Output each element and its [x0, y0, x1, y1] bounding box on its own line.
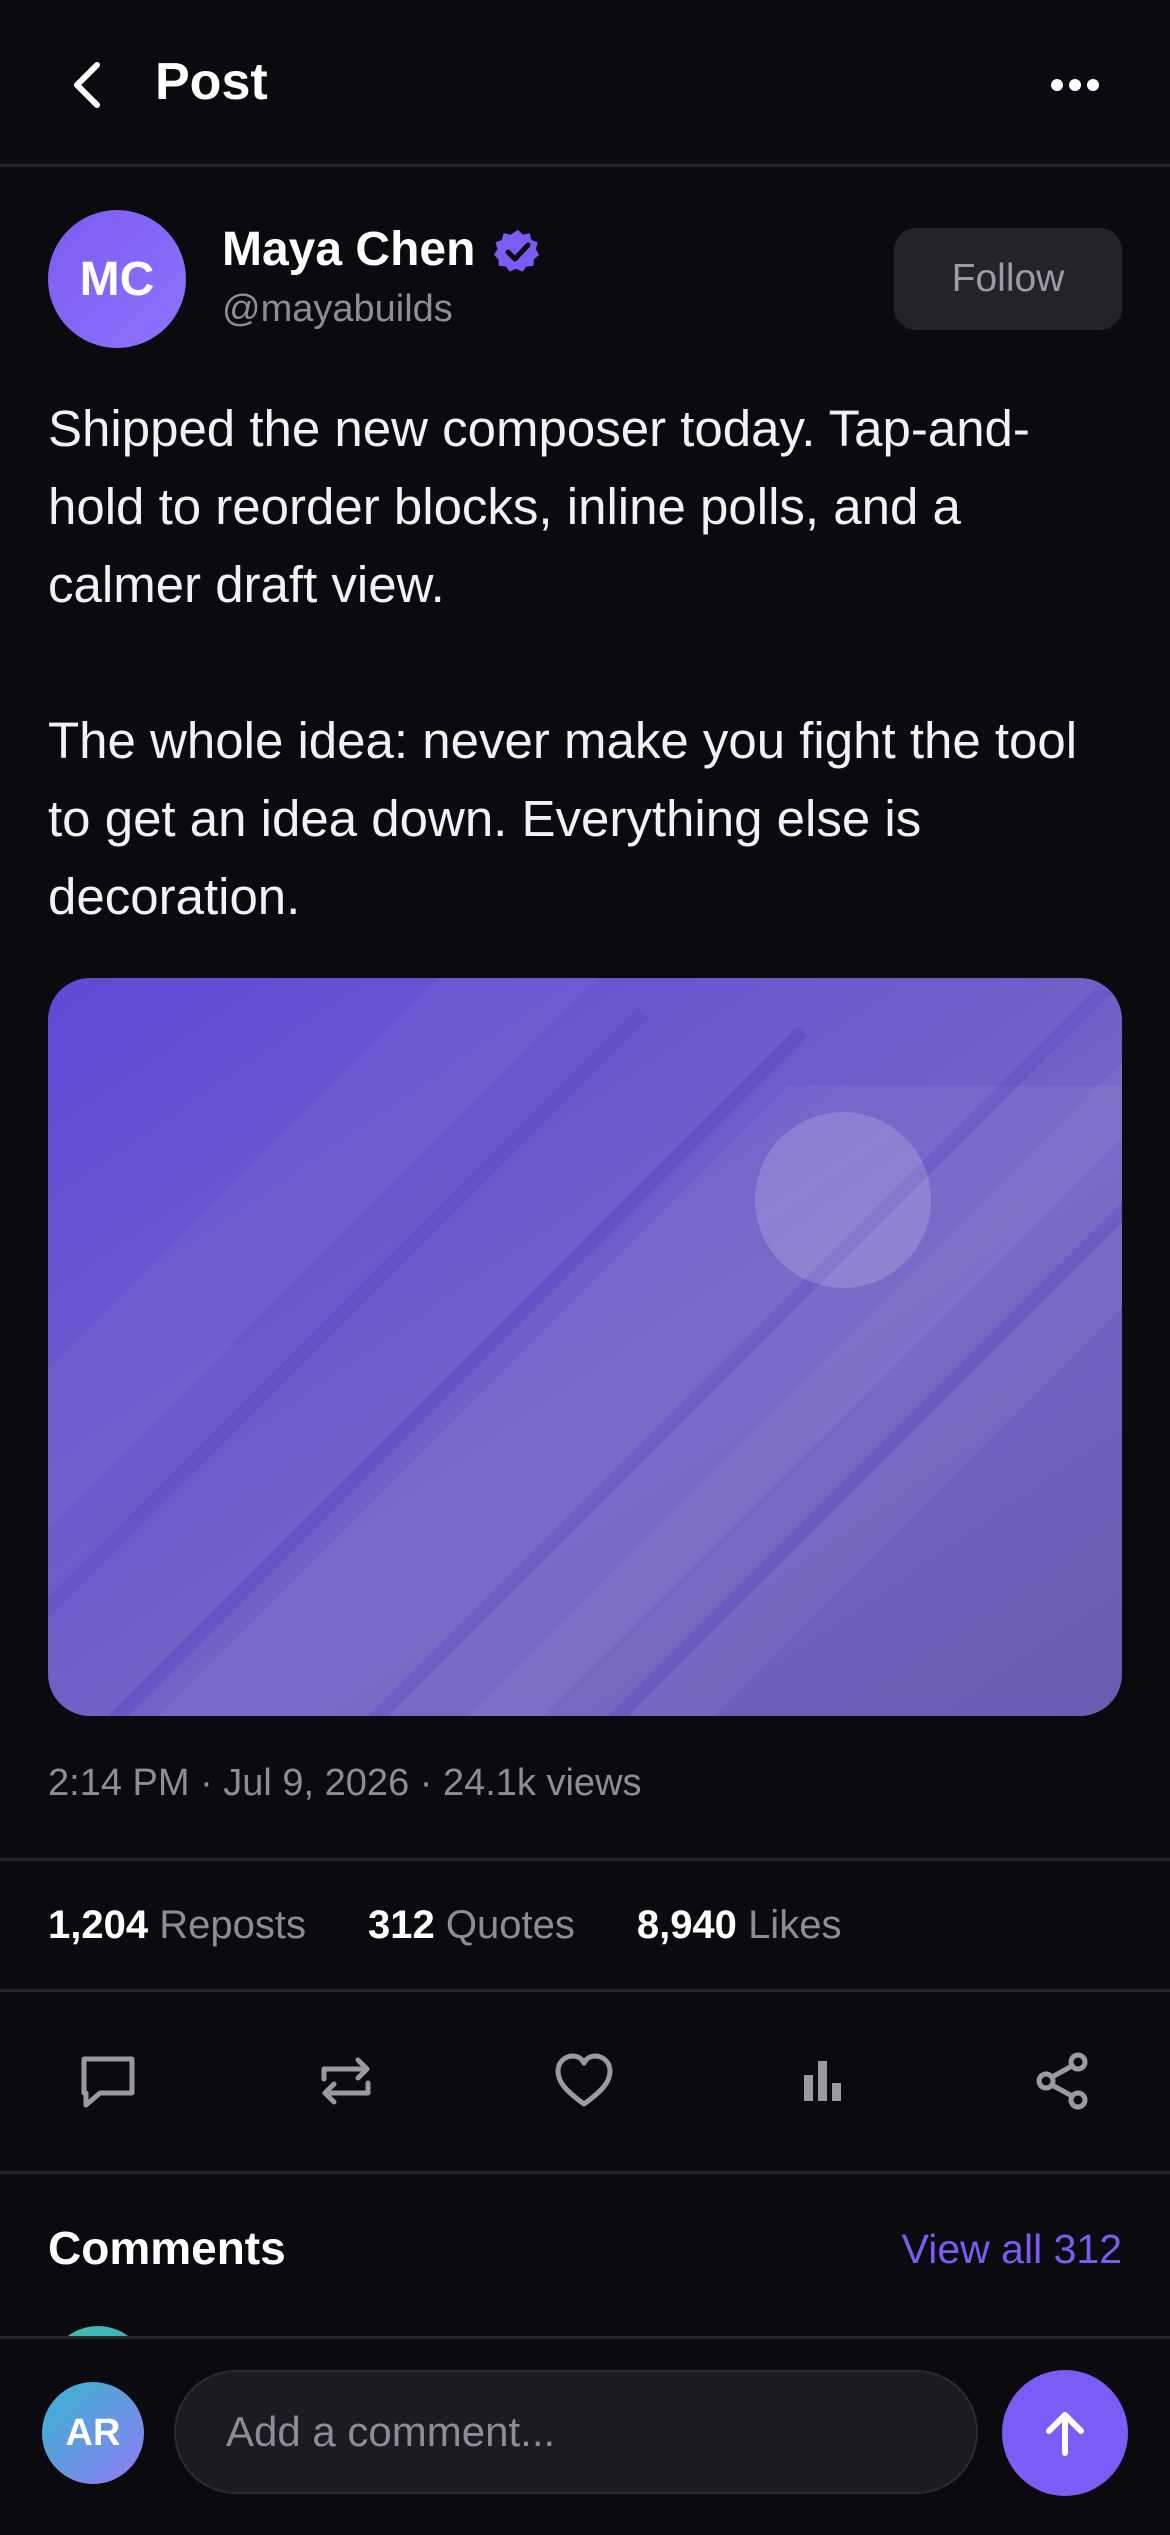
page-title: Post	[155, 53, 268, 111]
divider	[0, 1858, 1170, 1861]
stat-quotes[interactable]: 312 Quotes	[368, 1900, 575, 1950]
comments-heading: Comments	[48, 2222, 286, 2274]
stat-likes[interactable]: 8,940 Likes	[637, 1900, 842, 1950]
current-user-initials: AR	[65, 2411, 121, 2454]
share-button[interactable]	[1022, 2046, 1102, 2116]
back-button[interactable]	[52, 50, 122, 120]
current-user-avatar[interactable]: AR	[42, 2382, 144, 2484]
stat-reposts[interactable]: 1,204 Reposts	[48, 1900, 306, 1950]
post-paragraph: Shipped the new composer today. Tap-and-…	[48, 400, 1030, 613]
share-icon	[1030, 2049, 1094, 2113]
author-handle[interactable]: @mayabuilds	[222, 286, 453, 332]
more-options-button[interactable]	[1040, 50, 1110, 120]
repost-button[interactable]	[306, 2046, 386, 2116]
view-all-comments-link[interactable]: View all 312	[880, 2222, 1122, 2276]
verified-badge-icon	[494, 228, 542, 276]
comment-input[interactable]	[174, 2370, 978, 2494]
author-initials: MC	[79, 252, 155, 306]
author-avatar[interactable]: MC	[48, 210, 186, 348]
send-comment-button[interactable]	[1002, 2370, 1128, 2496]
engagement-stats: 1,204 Reposts 312 Quotes 8,940 Likes	[48, 1900, 841, 1950]
repost-icon	[314, 2049, 378, 2113]
like-icon	[552, 2049, 616, 2113]
follow-button[interactable]: Follow	[894, 228, 1122, 330]
chevron-left-icon	[67, 59, 107, 111]
post-paragraph: The whole idea: never make you fight the…	[48, 712, 1078, 925]
divider	[0, 1989, 1170, 1992]
more-horizontal-icon	[1050, 78, 1100, 92]
analytics-button[interactable]	[782, 2046, 862, 2116]
comment-icon	[76, 2049, 140, 2113]
author-name[interactable]: Maya Chen	[222, 222, 475, 278]
arrow-up-icon	[1037, 2405, 1093, 2461]
like-button[interactable]	[544, 2046, 624, 2116]
post-image[interactable]	[48, 978, 1122, 1716]
post-metadata: 2:14 PM · Jul 9, 2026 · 24.1k views	[48, 1762, 642, 1804]
post-body: Shipped the new composer today. Tap-and-…	[48, 390, 1122, 936]
comment-button[interactable]	[68, 2046, 148, 2116]
divider	[0, 2171, 1170, 2174]
analytics-icon	[790, 2049, 854, 2113]
